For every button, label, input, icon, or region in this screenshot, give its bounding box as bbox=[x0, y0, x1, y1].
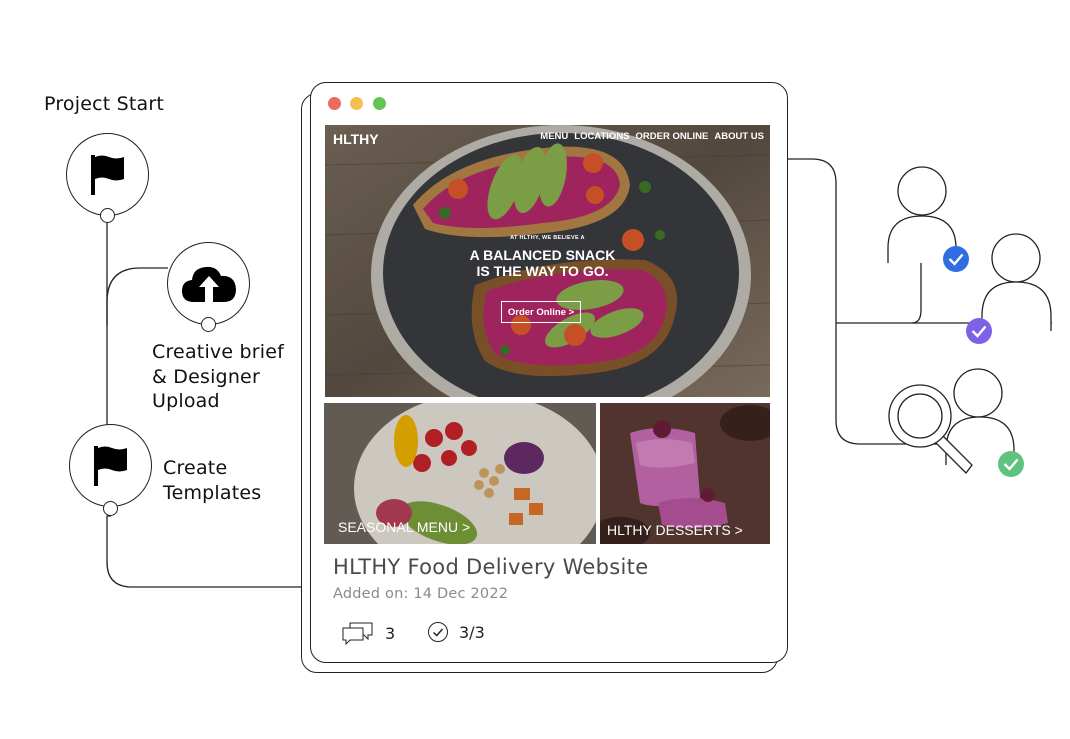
cloud-upload-icon bbox=[181, 266, 236, 302]
comments-count[interactable]: 3 bbox=[341, 621, 395, 645]
hlthy-desserts-tile[interactable]: HLTHY DESSERTS > bbox=[600, 403, 770, 544]
comments-icon bbox=[342, 622, 373, 645]
step-connector-dot bbox=[100, 208, 115, 223]
approvals-count[interactable]: 3/3 bbox=[427, 621, 485, 643]
step-circle-upload bbox=[167, 242, 250, 325]
window-minimize-button[interactable] bbox=[350, 97, 363, 110]
site-nav: MENU LOCATIONS ORDER ONLINE ABOUT US bbox=[540, 131, 764, 142]
seasonal-menu-tile[interactable]: SEASONAL MENU > bbox=[324, 403, 596, 544]
user-icon bbox=[981, 233, 1052, 331]
user-icon bbox=[887, 166, 957, 263]
nav-item-about-us[interactable]: ABOUT US bbox=[714, 131, 764, 142]
step-circle-project-start bbox=[66, 133, 149, 216]
step-connector-dot bbox=[201, 317, 216, 332]
check-badge-green bbox=[998, 451, 1024, 477]
check-badge-purple bbox=[966, 318, 992, 344]
window-maximize-button[interactable] bbox=[373, 97, 386, 110]
step-label-project-start: Project Start bbox=[44, 93, 165, 115]
flag-icon bbox=[90, 154, 124, 195]
step-connector-dot bbox=[103, 501, 118, 516]
reviewer-approved-3 bbox=[888, 368, 1024, 477]
seasonal-menu-label: SEASONAL MENU > bbox=[338, 519, 471, 535]
nav-item-order-online[interactable]: ORDER ONLINE bbox=[636, 131, 709, 142]
step-circle-create-templates bbox=[69, 424, 152, 507]
approvals-count-value: 3/3 bbox=[459, 622, 485, 642]
project-card[interactable]: HLTHY MENU LOCATIONS ORDER ONLINE ABOUT … bbox=[310, 82, 788, 663]
hero-image: HLTHY MENU LOCATIONS ORDER ONLINE ABOUT … bbox=[325, 125, 770, 397]
flag-icon bbox=[93, 445, 127, 486]
check-circle-icon bbox=[428, 622, 448, 642]
nav-item-menu[interactable]: MENU bbox=[540, 131, 568, 142]
hlthy-desserts-label: HLTHY DESSERTS > bbox=[607, 522, 743, 538]
comments-count-value: 3 bbox=[385, 623, 396, 643]
step-label-creative-brief: Creative brief & Designer Upload bbox=[152, 341, 285, 412]
reviewer-approved-2 bbox=[966, 233, 1052, 344]
hero-headline: A BALANCED SNACK IS THE WAY TO GO. bbox=[469, 247, 616, 279]
hero-kicker: AT HLTHY, WE BELIEVE A bbox=[510, 235, 585, 241]
step-label-create-templates: Create Templates bbox=[163, 457, 262, 504]
project-added-date: Added on: 14 Dec 2022 bbox=[333, 586, 509, 602]
nav-item-locations[interactable]: LOCATIONS bbox=[574, 131, 629, 142]
project-title[interactable]: HLTHY Food Delivery Website bbox=[333, 555, 648, 579]
site-logo[interactable]: HLTHY bbox=[333, 131, 379, 147]
order-online-button[interactable]: Order Online > bbox=[501, 301, 581, 323]
window-close-button[interactable] bbox=[328, 97, 341, 110]
